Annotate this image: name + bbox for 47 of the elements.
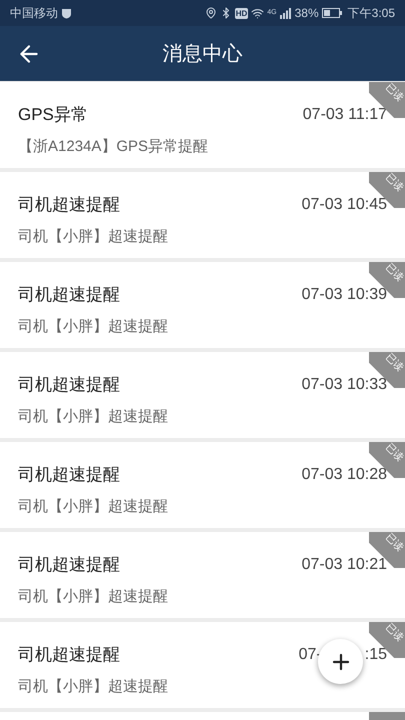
message-card[interactable]: 司机超速提醒 07-03 10:21 司机【小胖】超速提醒 已读	[0, 532, 405, 618]
message-body: 【浙A1234A】GPS异常提醒	[18, 136, 210, 156]
message-time: 07-03 10:39	[302, 284, 387, 305]
read-label: 已读	[383, 82, 405, 104]
message-time: :15	[364, 644, 387, 665]
battery-percent: 38%	[294, 5, 319, 22]
message-body: 司机【小胖】超速提醒	[18, 586, 169, 606]
read-label: 已读	[383, 172, 405, 194]
message-title: GPS异常	[18, 104, 88, 126]
message-card[interactable]: 司机超速提醒 07- :15 司机【小胖】超速提醒 已读	[0, 622, 405, 708]
message-body: 司机【小胖】超速提醒	[18, 406, 169, 426]
message-title: 司机超速提醒	[18, 194, 120, 216]
read-label: 已读	[383, 622, 405, 644]
read-label: 已读	[383, 532, 405, 554]
message-title: 司机超速提醒	[18, 644, 120, 666]
message-body: 司机【小胖】超速提醒	[18, 676, 169, 696]
message-body: 司机【小胖】超速提醒	[18, 496, 169, 516]
message-title: 司机超速提醒	[18, 374, 120, 396]
message-card[interactable]: 司机超速提醒 07-03 10:33 司机【小胖】超速提醒 已读	[0, 352, 405, 438]
clock: 下午3:05	[348, 5, 395, 22]
message-time: 07-03 10:21	[302, 554, 387, 575]
battery-icon	[322, 8, 342, 18]
message-body: 司机【小胖】超速提醒	[18, 226, 169, 246]
message-card[interactable]: 司机超速提醒 07-03 10:39 司机【小胖】超速提醒 已读	[0, 262, 405, 348]
message-time: 07-03 11:17	[302, 104, 387, 125]
message-card[interactable]: GPS异常 07-03 11:17 【浙A1234A】GPS异常提醒 已读	[0, 82, 405, 168]
hd-badge: HD	[234, 8, 248, 18]
wifi-icon	[251, 6, 264, 20]
shield-icon	[61, 8, 72, 18]
message-card[interactable]: 司机超速提醒 07-03 10:45 司机【小胖】超速提醒 已读	[0, 172, 405, 258]
read-label: 已读	[383, 442, 405, 464]
message-time: 07-03 10:33	[302, 374, 387, 395]
page-title: 消息中心	[162, 42, 242, 66]
signal-icon	[280, 8, 292, 18]
message-time: 07-03 10:28	[302, 464, 387, 485]
message-card[interactable]: 司机超速提醒 07-03 10:28 司机【小胖】超速提醒 已读	[0, 442, 405, 528]
carrier-name: 中国移动	[10, 5, 58, 22]
message-body: 司机【小胖】超速提醒	[18, 316, 169, 336]
read-label: 已读	[383, 262, 405, 284]
message-time: 07-	[298, 644, 322, 665]
read-ribbon	[369, 712, 405, 720]
message-title: 司机超速提醒	[18, 284, 120, 306]
message-title: 司机超速提醒	[18, 464, 120, 486]
location-icon	[204, 7, 217, 19]
message-title: 司机超速提醒	[18, 554, 120, 576]
read-label: 已读	[383, 352, 405, 374]
message-time: 07-03 10:45	[302, 194, 387, 215]
